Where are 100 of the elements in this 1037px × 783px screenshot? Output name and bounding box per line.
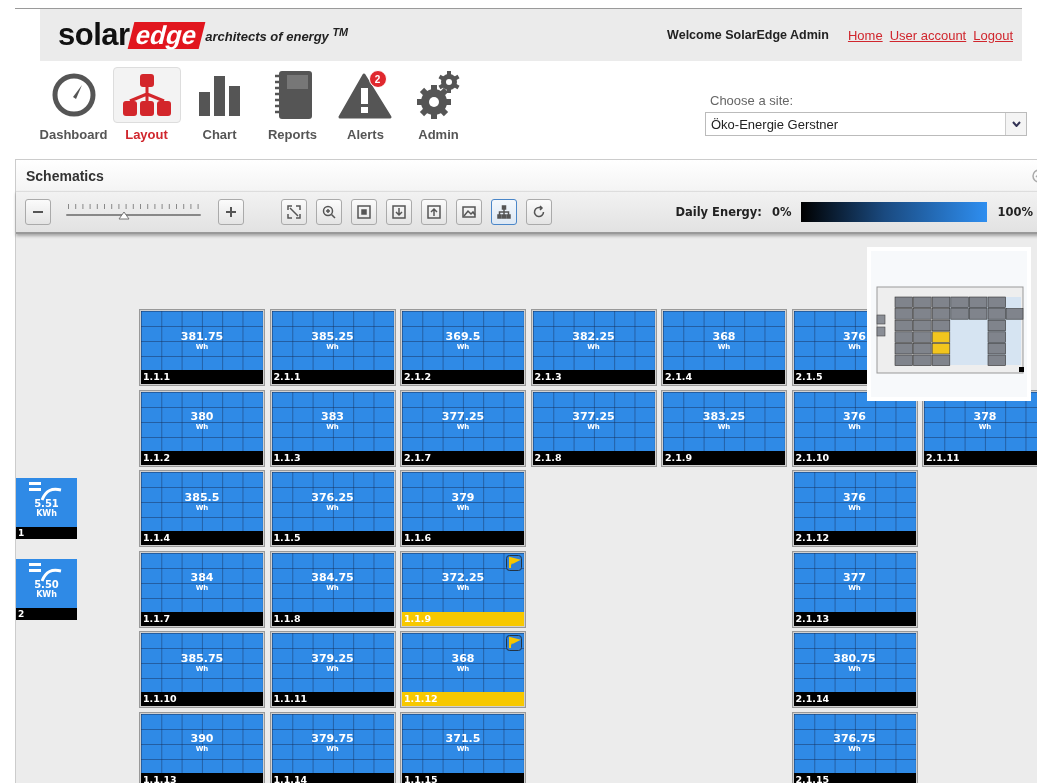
welcome-text: Welcome SolarEdge Admin (667, 28, 829, 42)
inverter-label: 1 (16, 527, 77, 539)
zoom-out-button[interactable] (25, 199, 51, 225)
upload-icon (427, 205, 441, 219)
energy-value: 368 (451, 652, 475, 665)
energy-value: 383 (321, 411, 344, 423)
notebook-icon (272, 70, 313, 120)
download-button[interactable] (386, 199, 412, 225)
plus-icon (226, 207, 236, 217)
energy-value: 376.25 (311, 491, 354, 504)
panel-label: 1.1.5 (271, 531, 394, 545)
minimap-overlay[interactable] (867, 247, 1031, 401)
zoom-slider[interactable] (66, 202, 201, 222)
panel-label: 1.1.9 (402, 611, 524, 626)
energy-value: 384 (190, 572, 214, 584)
warning-icon (337, 71, 394, 119)
nav-tab[interactable]: Chart (184, 66, 255, 146)
energy-value: 382.25 (572, 330, 615, 343)
panel-label: 2.1.14 (793, 692, 916, 706)
logo-tagline: architects of energy $^{TM}$ (205, 25, 349, 45)
header-link[interactable]: User account (889, 27, 967, 43)
inverter-label: 2 (16, 607, 77, 620)
image-button[interactable] (456, 199, 482, 225)
energy-value: 368 (712, 330, 736, 343)
energy-value: 380 (190, 411, 214, 423)
gears-icon (416, 70, 461, 120)
panel-label: 2.1.3 (532, 370, 655, 384)
panel-label: 1.1.7 (141, 611, 263, 626)
panel-label: 1.1.1 (141, 370, 263, 384)
energy-value: 371.5 (445, 733, 481, 745)
panel-label: 2.1.2 (402, 370, 524, 384)
fit-button[interactable] (281, 199, 307, 225)
panel-label: 1.1.13 (141, 772, 263, 783)
energy-value: 381.75 (180, 330, 224, 343)
energy-value: 385.5 (184, 491, 220, 504)
panel-label: 1.1.2 (141, 450, 263, 465)
panel-title: Schematics (26, 167, 104, 184)
site-dropdown[interactable]: Öko-Energie Gerstner (705, 112, 1027, 136)
nav-tab[interactable]: 2 Alerts (330, 66, 401, 146)
zoom-in-button[interactable] (316, 199, 342, 225)
energy-value: 379 (451, 491, 475, 504)
energy-value: 385.25 (311, 330, 354, 343)
energy-value: 384.75 (311, 572, 354, 584)
nav-tab[interactable]: Reports (257, 66, 328, 146)
panel-label: 1.1.15 (402, 772, 524, 783)
header-link[interactable]: Logout (973, 27, 1013, 43)
expand-icon (287, 205, 301, 219)
panel-label: 1.1.14 (271, 772, 394, 783)
zoom-in-icon (322, 205, 336, 219)
nav-tab[interactable]: Admin (403, 66, 474, 146)
zoom-in-button[interactable] (218, 199, 244, 225)
panel-label: 1.1.4 (141, 531, 263, 545)
hierarchy-icon (497, 205, 511, 219)
panel-label: 1.1.10 (141, 692, 263, 706)
energy-value: 379.75 (311, 733, 354, 745)
slider-thumb[interactable] (118, 211, 131, 220)
energy-value: 377.25 (572, 411, 615, 423)
flag-icon[interactable] (506, 635, 522, 651)
alert-count-badge: 2 (368, 70, 387, 88)
panel-label: 2.1.11 (924, 450, 1037, 465)
panel-label: 2.1.8 (532, 450, 655, 465)
energy-value: 376 (843, 491, 866, 504)
scale-min-label: 0% (771, 205, 792, 219)
upload-button[interactable] (421, 199, 447, 225)
hierarchy-button[interactable] (491, 199, 517, 225)
panel-label: 1.1.8 (271, 611, 394, 626)
center-button[interactable] (351, 199, 377, 225)
energy-value: 380.75 (833, 652, 876, 665)
panel-label: 2.1.9 (663, 450, 785, 465)
panel-label: 2.1.12 (793, 531, 916, 545)
hierarchy-icon (121, 72, 172, 118)
unit-label: KWh (36, 509, 57, 518)
panel-label: 1.1.12 (402, 692, 524, 706)
energy-value: 377 (843, 572, 866, 584)
nav-tab[interactable]: Dashboard (38, 66, 109, 146)
energy-value: 378 (973, 411, 997, 423)
square-icon (357, 205, 371, 219)
flag-icon[interactable] (506, 554, 522, 571)
energy-value: 5.50 (34, 578, 59, 590)
energy-value: 369.5 (445, 330, 481, 343)
energy-value: 383.25 (702, 411, 746, 423)
image-icon (462, 205, 476, 219)
inverter-tile[interactable]: 5.50 KWh 2 (16, 558, 77, 620)
energy-value: 376 (843, 411, 866, 423)
inverter-tile[interactable]: 5.51 KWh 1 (16, 478, 77, 539)
gauge-icon (50, 72, 97, 118)
site-label: Choose a site: (709, 93, 795, 108)
unit-label: KWh (36, 589, 57, 599)
daily-energy-label: Daily Energy: (675, 205, 762, 219)
energy-value: 5.51 (34, 498, 59, 509)
energy-value: 372.25 (441, 572, 485, 584)
panel-label: 2.1.13 (793, 611, 916, 626)
panel-label: 2.1.4 (663, 370, 785, 384)
panel-label: 1.1.11 (271, 692, 394, 706)
energy-value: 377.25 (441, 411, 485, 423)
scale-max-label: 100% (997, 205, 1033, 219)
refresh-icon (532, 205, 546, 219)
header-link[interactable]: Home (847, 27, 883, 43)
energy-value: 385.75 (180, 652, 224, 665)
refresh-button[interactable] (526, 199, 552, 225)
